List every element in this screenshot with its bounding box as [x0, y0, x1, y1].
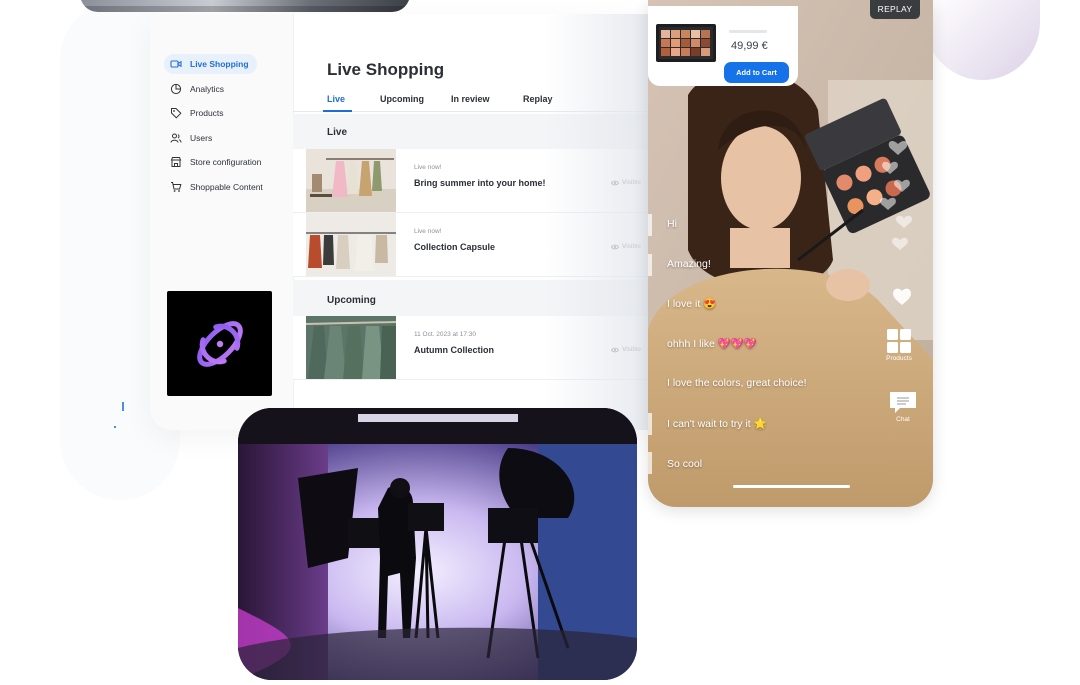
- products-label: Products: [886, 355, 912, 362]
- grid-icon: [887, 329, 911, 353]
- add-to-cart-button[interactable]: Add to Cart: [724, 62, 789, 83]
- sidebar-item-users[interactable]: Users: [164, 128, 220, 148]
- sidebar-item-label: Users: [190, 133, 213, 143]
- section-title: Live: [327, 127, 348, 138]
- store-icon: [170, 157, 182, 167]
- studio-photo: [238, 408, 637, 680]
- visibility-status[interactable]: Visible: [611, 346, 641, 353]
- table-row[interactable]: Live now! Bring summer into your home! V…: [293, 149, 655, 213]
- chat-marker: [648, 214, 652, 236]
- tab-replay[interactable]: Replay: [523, 94, 553, 104]
- products-button[interactable]: Products: [886, 329, 912, 362]
- visibility-status[interactable]: Visible: [611, 243, 641, 250]
- visibility-label: Visible: [622, 346, 642, 353]
- sidebar-item-store-configuration[interactable]: Store configuration: [164, 152, 269, 172]
- decor-mark: [122, 402, 124, 411]
- atom-logo-icon: [196, 320, 243, 367]
- sidebar-item-label: Shoppable Content: [190, 182, 263, 192]
- sidebar-item-products[interactable]: Products: [164, 103, 232, 123]
- section-header-live: Live: [293, 114, 655, 150]
- eye-icon: [611, 180, 619, 185]
- sidebar-item-shoppable-content[interactable]: Shoppable Content: [164, 177, 271, 197]
- event-title: Collection Capsule: [414, 242, 496, 252]
- event-date: 11 Oct. 2023 at 17:30: [414, 331, 477, 338]
- chat-label: Chat: [896, 416, 910, 423]
- sidebar-item-live-shopping[interactable]: Live Shopping: [164, 54, 257, 74]
- tag-icon: [171, 108, 182, 119]
- like-button[interactable]: [891, 287, 913, 307]
- chat-message: ohhh I like 💖💖💖: [667, 338, 758, 350]
- partial-photo: [80, 0, 410, 12]
- main-content: Live Shopping Live Upcoming In review Re…: [293, 14, 655, 430]
- section-header-upcoming: Upcoming: [293, 280, 655, 316]
- cart-icon: [171, 182, 182, 192]
- page-title: Live Shopping: [327, 60, 445, 79]
- decor-mark: [114, 426, 116, 428]
- product-name-placeholder: [729, 30, 767, 33]
- eye-icon: [611, 244, 619, 249]
- visibility-status[interactable]: Visible: [611, 179, 641, 186]
- tab-in-review[interactable]: In review: [451, 94, 490, 104]
- home-indicator: [733, 485, 850, 488]
- event-status: Live now!: [414, 228, 442, 235]
- heart-icon: [893, 288, 911, 305]
- live-player: 49,99 € Add to Cart REPLAY Hi Amazing! I…: [648, 0, 933, 507]
- tab-live[interactable]: Live: [327, 94, 345, 104]
- tab-upcoming[interactable]: Upcoming: [380, 94, 424, 104]
- table-row[interactable]: 11 Oct. 2023 at 17:30 Autumn Collection …: [293, 316, 655, 380]
- table-row[interactable]: Live now! Collection Capsule Visible: [293, 213, 655, 277]
- dashboard-panel: Live Shopping Analytics Products Users S…: [150, 14, 655, 430]
- chat-marker: [648, 254, 652, 276]
- chat-message: So cool: [667, 458, 703, 470]
- event-title: Autumn Collection: [414, 345, 494, 355]
- event-thumbnail: [306, 213, 396, 276]
- brand-logo: [167, 291, 272, 396]
- section-title: Upcoming: [327, 295, 376, 306]
- event-thumbnail: [306, 149, 396, 212]
- users-icon: [170, 133, 182, 143]
- sidebar-item-analytics[interactable]: Analytics: [164, 79, 232, 99]
- floating-hearts-icon: [880, 141, 912, 250]
- eyeshadow-palette-image: [656, 24, 716, 62]
- sidebar: Live Shopping Analytics Products Users S…: [150, 14, 294, 430]
- sidebar-item-label: Live Shopping: [190, 59, 249, 69]
- visibility-label: Visible: [622, 243, 642, 250]
- sidebar-item-label: Store configuration: [190, 157, 262, 167]
- pie-chart-icon: [170, 83, 182, 95]
- event-title: Bring summer into your home!: [414, 178, 546, 188]
- event-status: Live now!: [414, 164, 442, 171]
- chat-message: I love it 😍: [667, 298, 717, 310]
- chat-bubble-icon: [890, 392, 916, 413]
- replay-button[interactable]: REPLAY: [870, 0, 920, 19]
- background-shape: [925, 0, 1040, 80]
- chat-marker: [648, 452, 652, 474]
- sidebar-item-label: Analytics: [190, 84, 225, 94]
- event-thumbnail: [306, 316, 396, 379]
- sidebar-item-label: Products: [190, 108, 224, 118]
- active-tab-indicator: [323, 110, 352, 112]
- chat-marker: [648, 413, 652, 435]
- visibility-label: Visible: [622, 179, 642, 186]
- chat-message: I love the colors, great choice!: [667, 377, 807, 389]
- product-price: 49,99 €: [731, 40, 768, 52]
- chat-button[interactable]: Chat: [888, 390, 918, 423]
- chat-message: Amazing!: [667, 258, 711, 270]
- chat-message: Hi: [667, 218, 677, 230]
- chat-message: I can't wait to try it 🌟: [667, 418, 767, 430]
- video-camera-icon: [170, 60, 182, 68]
- product-card[interactable]: 49,99 € Add to Cart: [648, 6, 798, 86]
- eye-icon: [611, 347, 619, 352]
